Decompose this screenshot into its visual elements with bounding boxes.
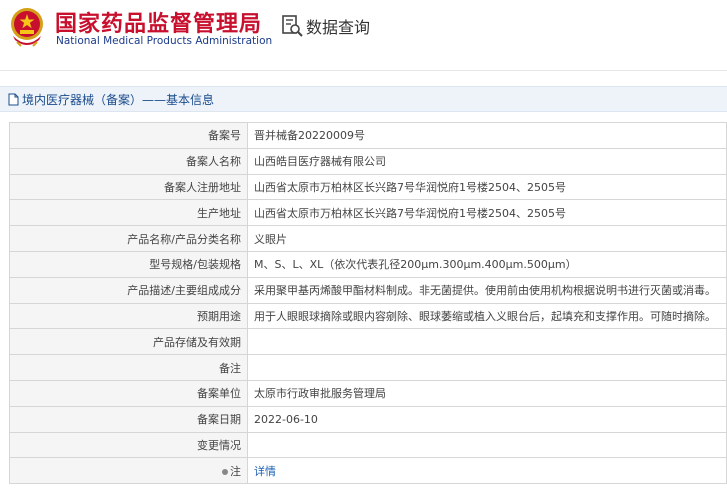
- field-value: [247, 328, 727, 356]
- breadcrumb-text: 境内医疗器械（备案）——基本信息: [22, 92, 215, 107]
- field-label: 备案日期: [9, 405, 248, 433]
- data-query-link[interactable]: 数据查询: [281, 14, 370, 38]
- field-value: 山西省太原市万柏林区长兴路7号华润悦府1号楼2504、2505号: [247, 199, 727, 227]
- table-row: 产品名称/产品分类名称 义眼片: [9, 225, 727, 252]
- details-link[interactable]: 详情: [254, 465, 276, 478]
- table-row: 备案号 晋并械备20220009号: [9, 122, 727, 149]
- org-name-cn: 国家药品监督管理局: [55, 12, 263, 37]
- table-row: 生产地址 山西省太原市万柏林区长兴路7号华润悦府1号楼2504、2505号: [9, 199, 727, 227]
- data-query-label: 数据查询: [306, 18, 371, 37]
- field-label: 产品存储及有效期: [9, 328, 248, 356]
- field-label: 备案单位: [9, 379, 248, 407]
- field-value: 详情: [247, 457, 727, 485]
- field-label: 产品名称/产品分类名称: [9, 225, 248, 252]
- header-divider: [0, 70, 727, 71]
- field-value: 2022-06-10: [247, 405, 727, 433]
- field-value: 义眼片: [247, 225, 727, 252]
- field-label: 备案人注册地址: [9, 173, 248, 201]
- table-row: 备案人注册地址 山西省太原市万柏林区长兴路7号华润悦府1号楼2504、2505号: [9, 173, 727, 201]
- table-row: 预期用途 用于人眼眼球摘除或眼内容剜除、眼球萎缩或植入义眼台后，起填充和支撑作用。…: [9, 302, 727, 330]
- table-row: 产品存储及有效期: [9, 328, 727, 356]
- field-value: [247, 431, 727, 459]
- table-row: 备案人名称 山西皓目医疗器械有限公司: [9, 147, 727, 175]
- field-value: 用于人眼眼球摘除或眼内容剜除、眼球萎缩或植入义眼台后，起填充和支撑作用。可随时摘…: [247, 302, 727, 330]
- table-row: 备注: [9, 354, 727, 381]
- field-label: 备案号: [9, 122, 248, 149]
- national-emblem-icon: [11, 8, 43, 47]
- field-value: 晋并械备20220009号: [247, 122, 727, 149]
- field-value: 山西皓目医疗器械有限公司: [247, 147, 727, 175]
- table-row: 变更情况: [9, 431, 727, 459]
- site-header: 国家药品监督管理局 National Medical Products Admi…: [0, 0, 727, 70]
- note-label: 注: [230, 464, 241, 478]
- field-value: 采用聚甲基丙烯酸甲酯材料制成。非无菌提供。使用前由使用机构根据说明书进行灭菌或消…: [247, 276, 727, 304]
- record-detail-table: 备案号 晋并械备20220009号 备案人名称 山西皓目医疗器械有限公司 备案人注册…: [9, 122, 727, 485]
- field-label: 变更情况: [9, 431, 248, 459]
- field-label: 备注: [9, 354, 248, 381]
- table-row: 型号规格/包装规格 M、S、L、XL（依次代表孔径200μm.300μm.400μ…: [9, 250, 727, 278]
- field-value: 山西省太原市万柏林区长兴路7号华润悦府1号楼2504、2505号: [247, 173, 727, 201]
- field-label: 型号规格/包装规格: [9, 250, 248, 278]
- breadcrumb: 境内医疗器械（备案）——基本信息: [0, 86, 727, 112]
- field-label: 生产地址: [9, 199, 248, 227]
- bullet-icon: [222, 468, 228, 475]
- field-label: 预期用途: [9, 302, 248, 330]
- table-row: 产品描述/主要组成成分 采用聚甲基丙烯酸甲酯材料制成。非无菌提供。使用前由使用机构…: [9, 276, 727, 304]
- table-row: 备案单位 太原市行政审批服务管理局: [9, 379, 727, 407]
- field-label: 备案人名称: [9, 147, 248, 175]
- table-row: 备案日期 2022-06-10: [9, 405, 727, 433]
- field-label: 注: [9, 457, 248, 485]
- field-label: 产品描述/主要组成成分: [9, 276, 248, 304]
- org-name-en: National Medical Products Administration: [56, 35, 273, 47]
- table-row: 注 详情: [9, 457, 727, 485]
- field-value: [247, 354, 727, 381]
- field-value: 太原市行政审批服务管理局: [247, 379, 727, 407]
- document-icon: [8, 93, 19, 105]
- document-search-icon: [282, 15, 303, 37]
- field-value: M、S、L、XL（依次代表孔径200μm.300μm.400μm.500μm）: [247, 250, 727, 278]
